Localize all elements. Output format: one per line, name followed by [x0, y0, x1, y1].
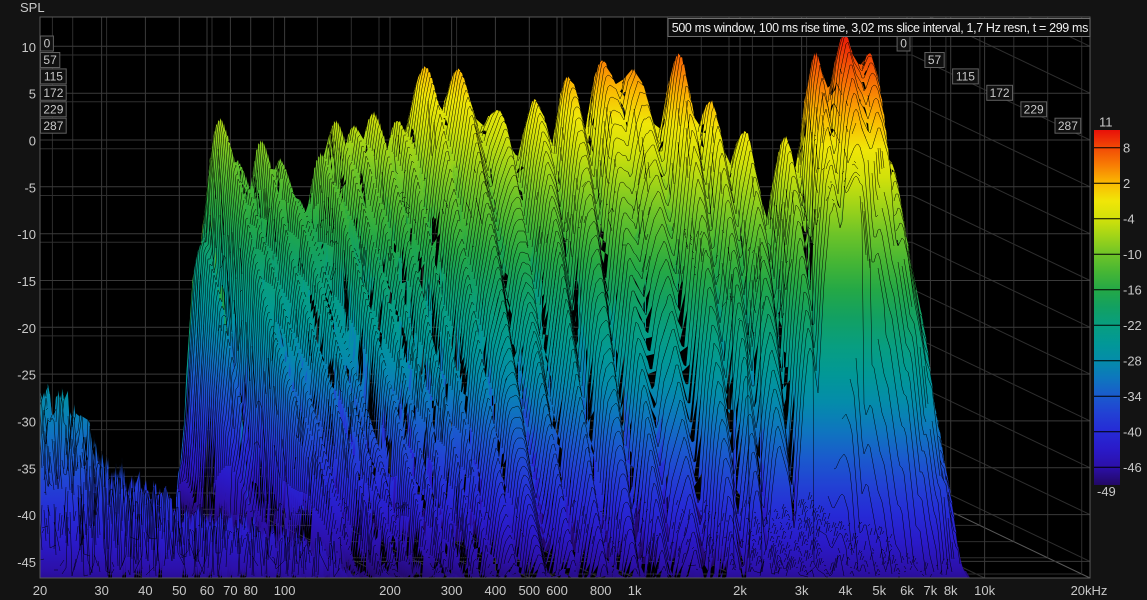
- svg-text:6k: 6k: [900, 583, 914, 598]
- svg-text:287: 287: [1058, 119, 1078, 133]
- svg-text:115: 115: [44, 70, 63, 84]
- svg-text:5k: 5k: [872, 583, 886, 598]
- svg-text:800: 800: [590, 583, 612, 598]
- svg-text:-5: -5: [24, 180, 36, 195]
- svg-text:-45: -45: [17, 555, 36, 570]
- svg-text:-30: -30: [17, 414, 36, 429]
- svg-text:70: 70: [223, 583, 237, 598]
- svg-text:5: 5: [29, 87, 36, 102]
- svg-text:10k: 10k: [974, 583, 995, 598]
- svg-text:229: 229: [1024, 103, 1044, 117]
- svg-text:-25: -25: [17, 368, 36, 383]
- svg-text:600: 600: [546, 583, 568, 598]
- svg-text:172: 172: [990, 86, 1010, 100]
- svg-text:200: 200: [379, 583, 401, 598]
- svg-text:57: 57: [928, 53, 942, 67]
- svg-text:30: 30: [94, 583, 108, 598]
- svg-text:-15: -15: [17, 274, 36, 289]
- svg-text:7k: 7k: [924, 583, 938, 598]
- svg-text:80: 80: [243, 583, 257, 598]
- svg-text:2: 2: [1123, 176, 1130, 191]
- svg-text:-40: -40: [1123, 424, 1142, 439]
- svg-text:287: 287: [43, 119, 63, 133]
- svg-text:-34: -34: [1123, 389, 1142, 404]
- svg-text:-40: -40: [17, 508, 36, 523]
- svg-text:20kHz: 20kHz: [1071, 583, 1108, 598]
- svg-text:10: 10: [22, 40, 36, 55]
- svg-text:0: 0: [44, 37, 51, 51]
- svg-text:SPL: SPL: [20, 0, 45, 15]
- svg-text:-35: -35: [17, 461, 36, 476]
- svg-text:0: 0: [29, 134, 36, 149]
- svg-text:-20: -20: [17, 321, 36, 336]
- svg-text:500: 500: [518, 583, 540, 598]
- svg-text:-10: -10: [17, 227, 36, 242]
- svg-text:3k: 3k: [795, 583, 809, 598]
- svg-text:1k: 1k: [628, 583, 642, 598]
- svg-text:229: 229: [43, 103, 63, 117]
- svg-text:-16: -16: [1123, 282, 1142, 297]
- svg-text:-4: -4: [1123, 211, 1135, 226]
- svg-text:-49: -49: [1097, 484, 1116, 499]
- svg-text:4k: 4k: [839, 583, 853, 598]
- svg-text:-10: -10: [1123, 247, 1142, 262]
- svg-text:20: 20: [33, 583, 47, 598]
- svg-text:115: 115: [956, 70, 975, 84]
- svg-text:400: 400: [485, 583, 507, 598]
- svg-text:50: 50: [172, 583, 186, 598]
- svg-text:8k: 8k: [944, 583, 958, 598]
- svg-text:100: 100: [274, 583, 296, 598]
- svg-text:0: 0: [900, 37, 907, 51]
- svg-text:300: 300: [441, 583, 463, 598]
- svg-text:57: 57: [43, 53, 57, 67]
- svg-text:-46: -46: [1123, 460, 1142, 475]
- svg-text:60: 60: [200, 583, 214, 598]
- svg-text:40: 40: [138, 583, 152, 598]
- svg-text:8: 8: [1123, 140, 1130, 155]
- svg-text:-28: -28: [1123, 353, 1142, 368]
- svg-text:500 ms window, 100 ms rise tim: 500 ms window, 100 ms rise time, 3,02 ms…: [672, 21, 1088, 35]
- svg-text:2k: 2k: [733, 583, 747, 598]
- svg-text:172: 172: [43, 86, 63, 100]
- svg-text:11: 11: [1099, 115, 1113, 130]
- svg-text:-22: -22: [1123, 318, 1142, 333]
